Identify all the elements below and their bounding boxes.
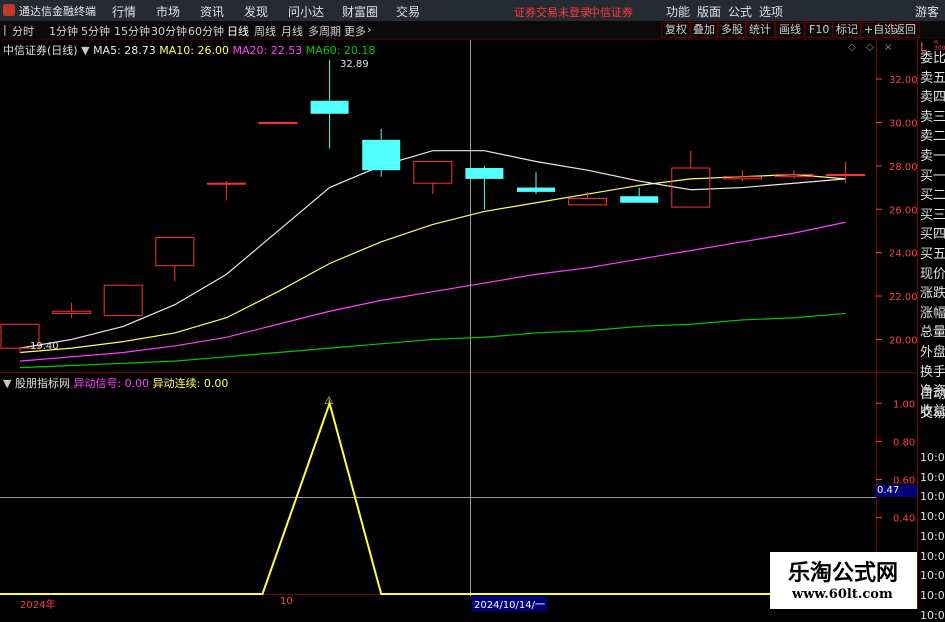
panel-field-12[interactable]: 涨跌 (920, 282, 945, 301)
sub-y-tick-label: 0.40 (893, 514, 915, 525)
panel-time-0: 10:08 (920, 451, 945, 464)
candle[interactable] (774, 170, 814, 179)
panel-field-10[interactable]: 买五 (920, 243, 945, 262)
watermark-url: www.60lt.com (792, 587, 893, 602)
signal-line (0, 399, 876, 595)
y-tick-label: 32.00 (889, 75, 918, 86)
panel-field-9[interactable]: 买四 (920, 223, 945, 242)
panel-time-4: 10:08 (920, 529, 945, 543)
ma10-line (19, 173, 846, 354)
sub-y-tick-label: 1.00 (893, 399, 915, 410)
x-label-month: 10 (280, 596, 293, 607)
y-tick-label: 28.00 (889, 162, 918, 173)
candle[interactable] (413, 161, 453, 195)
panel-field-8[interactable]: 买三 (920, 204, 945, 223)
candle-body (206, 182, 246, 185)
panel-field-15[interactable]: 外盘 (920, 341, 945, 360)
panel-field-3[interactable]: 卖三 (920, 106, 945, 125)
candle-body (103, 284, 143, 317)
candle[interactable] (155, 236, 195, 281)
panel-field-5[interactable]: 卖一 (920, 145, 945, 164)
panel-field-11[interactable]: 现价 (920, 263, 945, 282)
panel-time-1: 10:08 (920, 470, 945, 484)
panel-time-5: 10:08 (920, 549, 945, 563)
panel-field-4[interactable]: 卖二 (920, 125, 945, 144)
panel-field-6[interactable]: 买一 (920, 165, 945, 184)
panel-field-13[interactable]: 涨幅 (920, 302, 945, 321)
signal-marker-icon: ⚠ (324, 394, 334, 407)
panel-field-16[interactable]: 换手 (920, 361, 945, 380)
candle[interactable] (206, 181, 246, 201)
sub-y-tick-label: 0.80 (893, 437, 915, 448)
candle-body (258, 121, 298, 124)
quote-side-panel: L R 300 委比 卖五 卖四 卖三 卖二 卖一 买一 买二 买三 买四 买五 现价 涨跌 涨幅 总量 外盘… (917, 39, 945, 622)
candle-body (465, 168, 504, 179)
y-tick-label: 20.00 (889, 335, 918, 346)
panel-field-2[interactable]: 卖四 (920, 86, 945, 105)
panel-time-2: 10:08 (920, 490, 945, 504)
ma5-line (19, 150, 846, 349)
candle-body (413, 161, 453, 184)
candle-body (52, 310, 92, 314)
candle-body (362, 139, 401, 171)
candle[interactable] (362, 128, 401, 177)
panel-time-7: 10:08 (920, 588, 945, 602)
candle-body (155, 236, 195, 267)
candle-body (310, 100, 349, 114)
panel-time-8: 10:08 (920, 608, 945, 622)
candle[interactable] (310, 59, 349, 149)
kline-chart[interactable]: 20.00 22.00 24.00 26.00 28.00 30.00 32.00 0.40… (0, 0, 945, 609)
candle[interactable] (258, 121, 298, 124)
panel-auto-trade-1[interactable]: 交易 (920, 402, 945, 421)
y-tick-label: 30.00 (889, 118, 918, 129)
candle[interactable] (465, 165, 504, 210)
candle[interactable] (52, 302, 92, 318)
y-tick-label: 22.00 (889, 292, 918, 303)
candle[interactable] (568, 191, 608, 206)
panel-field-14[interactable]: 总量 (920, 321, 945, 340)
candle-body (517, 187, 555, 192)
panel-field-0[interactable]: 委比 (920, 47, 945, 66)
y-tick-label: 26.00 (889, 205, 918, 216)
low-price-label: 19.40 (30, 341, 59, 352)
panel-auto-trade-0[interactable]: 自动 (920, 383, 945, 402)
cursor-value-badge: 0.47 (875, 485, 917, 497)
y-tick-label: 24.00 (889, 249, 918, 260)
candle[interactable] (620, 187, 659, 203)
panel-time-3: 10:08 (920, 510, 945, 524)
panel-field-1[interactable]: 卖五 (920, 67, 945, 86)
panel-time-6: 10:08 (920, 569, 945, 583)
high-price-label: 32.89 (340, 59, 369, 70)
candle-body (620, 196, 659, 203)
watermark-title: 乐淘公式网 (788, 560, 899, 586)
ma60-line (19, 312, 846, 369)
candle[interactable] (517, 172, 555, 195)
watermark: 乐淘公式网 www.60lt.com (770, 552, 917, 609)
candle-body (568, 197, 608, 206)
candle[interactable] (103, 284, 143, 317)
ma20-line (19, 221, 846, 362)
panel-field-7[interactable]: 买二 (920, 184, 945, 203)
candle-body (826, 174, 866, 177)
